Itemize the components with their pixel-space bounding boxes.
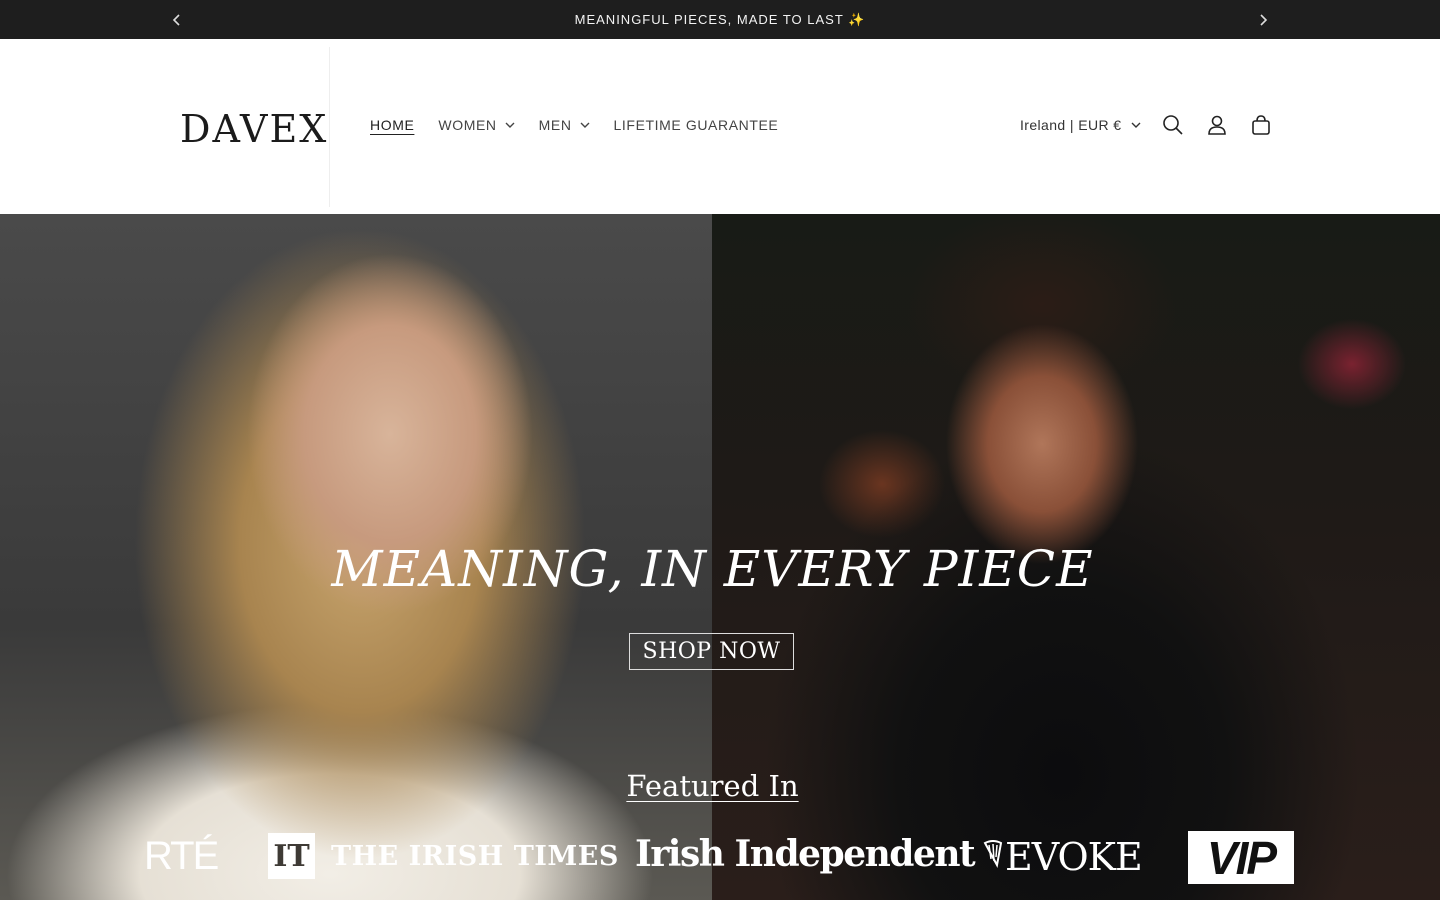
main-nav: HOME WOMEN MEN LIFETIME GUARANTEE [370,117,802,133]
hero-banner: MEANING, IN EVERY PIECE SHOP NOW Feature… [0,214,1440,900]
chevron-left-icon[interactable] [162,0,192,39]
chevron-down-icon [580,122,590,128]
nav-item-home[interactable]: HOME [370,117,414,133]
featured-in-label[interactable]: Featured In [626,769,798,803]
chevron-down-icon [1131,122,1141,128]
shop-now-button[interactable]: SHOP NOW [629,633,794,670]
nav-item-men[interactable]: MEN [539,117,590,133]
evoke-logo: EVOKE [1005,835,1143,879]
nav-item-lifetime-guarantee[interactable]: LIFETIME GUARANTEE [614,117,779,133]
irish-times-logo: IT THE IRISH TIMES [268,833,619,879]
irish-independent-name: Irish Independent [635,833,976,875]
chevron-down-icon [505,122,515,128]
site-header: DAVEX HOME WOMEN MEN LIFETIME GUARANTEE … [0,39,1440,214]
cart-icon[interactable] [1239,103,1283,147]
rte-logo: RTÉ [144,834,219,878]
search-icon[interactable] [1151,103,1195,147]
brand-logo[interactable]: DAVEX [180,107,328,151]
hero-title: MEANING, IN EVERY PIECE [331,540,1094,598]
irish-times-name: THE IRISH TIMES [331,840,619,872]
chevron-right-icon[interactable] [1248,0,1278,39]
vip-logo: VIP [1188,831,1294,884]
divider [329,47,330,207]
announcement-message[interactable]: MEANINGFUL PIECES, MADE TO LAST ✨ [575,12,866,28]
header-actions: Ireland | EUR € [1020,109,1283,141]
account-icon[interactable] [1195,103,1239,147]
locale-selector[interactable]: Ireland | EUR € [1020,117,1141,133]
nav-label: MEN [538,117,572,133]
nav-label: WOMEN [438,117,497,133]
irish-times-badge: IT [268,833,315,879]
harp-icon [982,839,1004,869]
nav-label: LIFETIME GUARANTEE [613,117,779,133]
irish-independent-logo: Irish Independent [635,833,1004,875]
nav-item-women[interactable]: WOMEN [438,117,515,133]
locale-label: Ireland | EUR € [1020,117,1122,133]
nav-label: HOME [370,117,415,133]
announcement-bar: MEANINGFUL PIECES, MADE TO LAST ✨ [0,0,1440,39]
featured-in-heading: Featured In [0,769,1425,803]
